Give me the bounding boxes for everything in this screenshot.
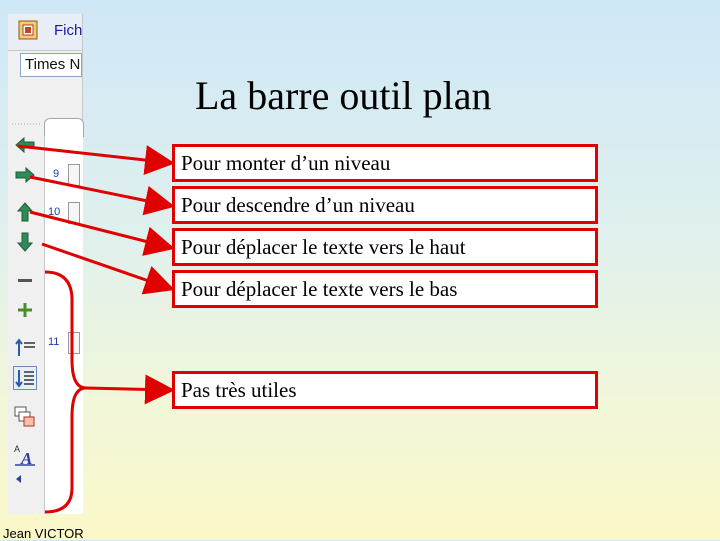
author-footer: Jean VICTOR	[3, 526, 84, 541]
callout-promote: Pour monter d’un niveau	[172, 144, 598, 182]
bracket-brace	[44, 270, 175, 514]
arrow-to-callout-1	[17, 144, 175, 175]
callout-not-useful: Pas très utiles	[172, 371, 598, 409]
arrow-to-callout-2	[29, 175, 175, 216]
callout-demote: Pour descendre d’un niveau	[172, 186, 598, 224]
arrow-to-callout-4	[41, 242, 175, 295]
slide-title: La barre outil plan	[195, 73, 492, 118]
callout-move-down: Pour déplacer le texte vers le bas	[172, 270, 598, 308]
callout-move-up: Pour déplacer le texte vers le haut	[172, 228, 598, 266]
arrow-to-callout-3	[29, 210, 175, 256]
